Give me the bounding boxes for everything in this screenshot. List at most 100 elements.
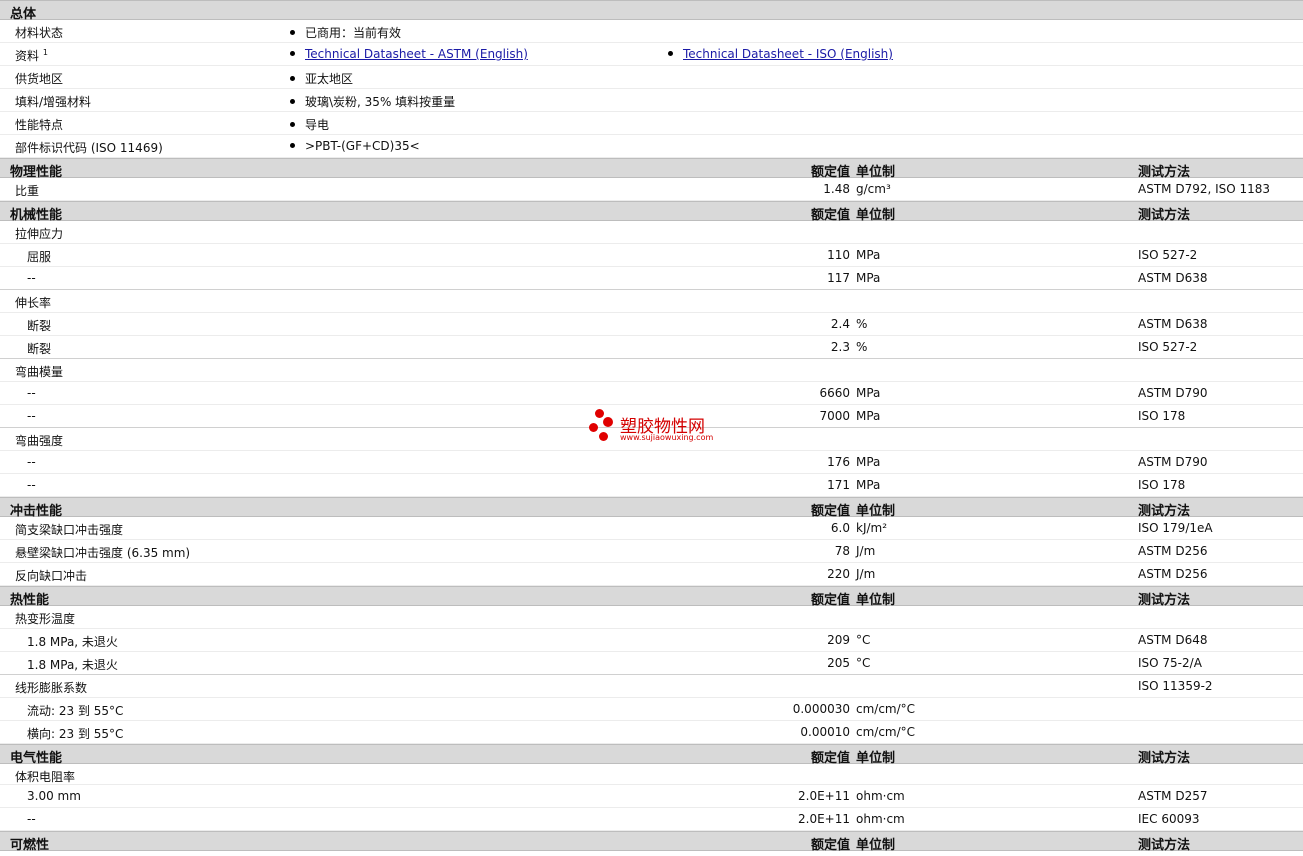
- row-unit: kJ/m²: [856, 521, 888, 535]
- table-row: 悬壁梁缺口冲击强度 (6.35 mm) 78 J/m ASTM D256: [0, 540, 1303, 563]
- row-method: ISO 527-2: [1138, 248, 1198, 262]
- table-row: -- 117 MPa ASTM D638: [0, 267, 1303, 290]
- row-value: 78: [834, 544, 850, 558]
- row-label: 断裂: [27, 342, 52, 356]
- row-unit: °C: [856, 656, 871, 670]
- row-unit: MPa: [856, 409, 881, 423]
- table-row: 断裂 2.3 % ISO 527-2: [0, 336, 1303, 359]
- section-impact: 冲击性能 额定值 单位制 测试方法: [0, 497, 1303, 519]
- row-method: ISO 178: [1138, 409, 1186, 423]
- row-method: ASTM D256: [1138, 544, 1208, 558]
- table-row: -- 176 MPa ASTM D790: [0, 451, 1303, 474]
- row-method: ASTM D790: [1138, 386, 1208, 400]
- section-general: 总体: [0, 0, 1303, 22]
- row-label: 填料/增强材料: [15, 95, 92, 109]
- table-row: 1.8 MPa, 未退火 205 °C ISO 75-2/A: [0, 652, 1303, 675]
- row-label: 悬壁梁缺口冲击强度 (6.35 mm): [15, 546, 191, 560]
- table-row: -- 171 MPa ISO 178: [0, 474, 1303, 497]
- table-row: 性能特点 导电: [0, 112, 1303, 135]
- row-method: ASTM D648: [1138, 633, 1208, 647]
- watermark-url: www.sujiaowuxing.com: [620, 433, 714, 442]
- group-label: 弯曲模量: [15, 365, 64, 379]
- group-label: 线形膨胀系数: [15, 681, 88, 695]
- row-unit: MPa: [856, 248, 881, 262]
- group-row: 体积电阻率: [0, 764, 1303, 785]
- header-method: 测试方法: [1138, 838, 1191, 853]
- row-label: --: [27, 478, 36, 492]
- row-value: Technical Datasheet - ISO (English): [668, 47, 893, 61]
- row-label: 部件标识代码 (ISO 11469): [15, 141, 163, 155]
- row-unit: g/cm³: [856, 182, 891, 196]
- bullet-icon: [290, 76, 295, 81]
- row-unit: MPa: [856, 455, 881, 469]
- watermark-logo: 塑胶物性网 www.sujiaowuxing.com: [589, 409, 729, 445]
- table-row: -- 2.0E+11 ohm·cm IEC 60093: [0, 808, 1303, 831]
- row-method: ASTM D638: [1138, 271, 1208, 285]
- row-unit: cm/cm/°C: [856, 702, 916, 716]
- row-value: 7000: [819, 409, 850, 423]
- row-value: 0.00010: [800, 725, 850, 739]
- table-row: 横向: 23 到 55°C 0.00010 cm/cm/°C: [0, 721, 1303, 744]
- bullet-icon: [668, 51, 673, 56]
- logo-dot-icon: [603, 417, 613, 427]
- section-mechanical: 机械性能 额定值 单位制 测试方法: [0, 201, 1303, 223]
- row-label: 供货地区: [15, 72, 64, 86]
- group-row: 伸长率: [0, 290, 1303, 313]
- row-label: 性能特点: [15, 118, 64, 132]
- row-value: Technical Datasheet - ASTM (English): [290, 47, 528, 61]
- row-unit: J/m: [856, 567, 876, 581]
- section-title: 可燃性: [10, 838, 50, 853]
- row-label: --: [27, 386, 36, 400]
- group-label: 热变形温度: [15, 612, 76, 626]
- logo-dot-icon: [595, 409, 604, 418]
- row-label: 简支梁缺口冲击强度: [15, 523, 124, 537]
- row-label: 材料状态: [15, 26, 64, 40]
- row-label: 反向缺口冲击: [15, 569, 88, 583]
- row-value: 2.3: [830, 340, 850, 354]
- logo-dot-icon: [589, 423, 598, 432]
- bullet-icon: [290, 30, 295, 35]
- row-method: ASTM D792, ISO 1183: [1138, 182, 1271, 196]
- row-method: ISO 179/1eA: [1138, 521, 1213, 535]
- logo-dot-icon: [599, 432, 608, 441]
- row-label: 1.8 MPa, 未退火: [27, 635, 118, 649]
- table-row: 供货地区 亚太地区: [0, 66, 1303, 89]
- header-unit: 单位制: [856, 838, 896, 853]
- table-row: 断裂 2.4 % ASTM D638: [0, 313, 1303, 336]
- row-unit: %: [856, 340, 868, 354]
- row-value: 2.0E+11: [798, 812, 850, 826]
- row-value: 209: [827, 633, 850, 647]
- table-row: 材料状态 已商用：当前有效: [0, 20, 1303, 43]
- row-value: 171: [827, 478, 850, 492]
- row-value: 205: [827, 656, 850, 670]
- section-electrical: 电气性能 额定值 单位制 测试方法: [0, 744, 1303, 766]
- astm-datasheet-link[interactable]: Technical Datasheet - ASTM (English): [305, 47, 528, 61]
- row-label: --: [27, 409, 36, 423]
- iso-datasheet-link[interactable]: Technical Datasheet - ISO (English): [683, 47, 893, 61]
- row-value: 117: [827, 271, 850, 285]
- row-value: 6660: [819, 386, 850, 400]
- row-label: --: [27, 271, 36, 285]
- row-label: 3.00 mm: [27, 789, 81, 803]
- row-value: 110: [827, 248, 850, 262]
- table-row: 资料 1 Technical Datasheet - ASTM (English…: [0, 43, 1303, 66]
- row-method: ISO 178: [1138, 478, 1186, 492]
- row-value: 玻璃\炭粉, 35% 填料按重量: [290, 93, 455, 110]
- table-row: 部件标识代码 (ISO 11469) >PBT-(GF+CD)35<: [0, 135, 1303, 158]
- row-label: --: [27, 455, 36, 469]
- row-method: ASTM D256: [1138, 567, 1208, 581]
- group-label: 体积电阻率: [15, 770, 76, 784]
- section-flammability: 可燃性 额定值 单位制 测试方法: [0, 831, 1303, 853]
- section-thermal: 热性能 额定值 单位制 测试方法: [0, 586, 1303, 608]
- datasheet: 总体 材料状态 已商用：当前有效 资料 1 Technical Datashee…: [0, 0, 1303, 853]
- row-label: --: [27, 812, 36, 826]
- bullet-icon: [290, 122, 295, 127]
- row-unit: MPa: [856, 271, 881, 285]
- row-unit: ohm·cm: [856, 789, 905, 803]
- row-value: 220: [827, 567, 850, 581]
- section-physical: 物理性能 额定值 单位制 测试方法: [0, 158, 1303, 180]
- row-value: 6.0: [830, 521, 850, 535]
- row-value: 176: [827, 455, 850, 469]
- bullet-icon: [290, 99, 295, 104]
- row-label: 流动: 23 到 55°C: [27, 704, 124, 718]
